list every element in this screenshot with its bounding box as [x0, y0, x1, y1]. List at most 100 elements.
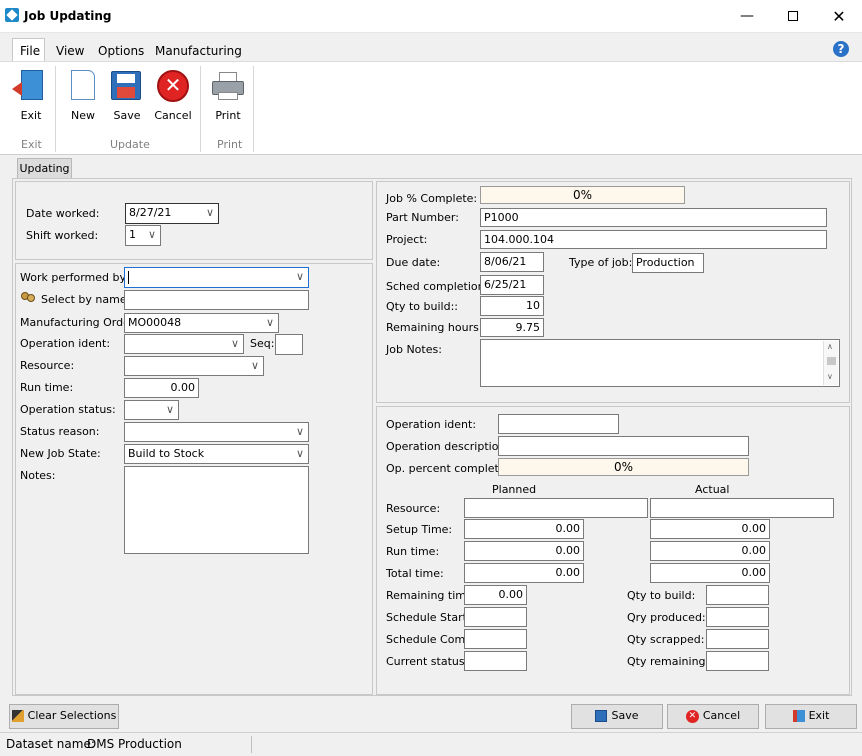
total-actual-field[interactable]: 0.00 [650, 563, 770, 583]
dataset-label: Dataset name: [6, 737, 95, 751]
status-divider [251, 736, 252, 753]
ribbon-divider [200, 66, 201, 152]
resource-planned-field[interactable] [464, 498, 648, 518]
run-planned-field[interactable]: 0.00 [464, 541, 584, 561]
ribbon-divider [55, 66, 56, 152]
job-notes-scrollbar[interactable]: ∧ ∨ [823, 341, 838, 385]
text-cursor [128, 271, 129, 284]
op-pct-label: Op. percent complete: [386, 462, 510, 475]
project-field[interactable]: 104.000.104 [480, 230, 827, 249]
date-worked-label: Date worked: [26, 207, 100, 220]
dataset-value: DMS Production [87, 737, 182, 751]
op-ident-label: Operation ident: [20, 337, 111, 350]
total-planned-field[interactable]: 0.00 [464, 563, 584, 583]
seq-label: Seq: [250, 337, 275, 350]
people-icon [21, 292, 37, 304]
sched-completion-field[interactable]: 6/25/21 [480, 275, 544, 295]
scroll-thumb[interactable] [827, 357, 836, 365]
seq-field[interactable] [275, 334, 303, 355]
project-label: Project: [386, 233, 428, 246]
shift-worked-select[interactable]: 1 [125, 225, 161, 246]
op-desc-field[interactable] [498, 436, 749, 456]
resource-actual-field[interactable] [650, 498, 834, 518]
new-job-state-select[interactable]: Build to Stock [124, 444, 309, 464]
exit-button[interactable]: Exit [10, 68, 52, 124]
work-performed-select[interactable] [124, 267, 309, 288]
notes-field[interactable] [124, 466, 309, 554]
qty-to-build-field[interactable]: 10 [480, 296, 544, 316]
exit-icon [792, 710, 805, 722]
remaining-time-label: Remaining time: [386, 589, 477, 602]
menu-manufacturing[interactable]: Manufacturing [155, 44, 242, 58]
resource-label: Resource: [20, 359, 75, 372]
title-bar: Job Updating — ✕ [0, 0, 862, 33]
qty-build-field[interactable] [706, 585, 769, 605]
group-exit-label: Exit [21, 138, 42, 151]
resource-select[interactable] [124, 356, 264, 376]
work-performed-label: Work performed by: [20, 271, 129, 284]
qty-produced-field[interactable] [706, 607, 769, 627]
current-status-field[interactable] [464, 651, 527, 671]
close-icon[interactable]: ✕ [816, 0, 862, 33]
cancel-button[interactable]: ✕ Cancel [152, 68, 194, 124]
op-status-select[interactable] [124, 400, 179, 420]
notes-label: Notes: [20, 469, 56, 482]
qty-build-label: Qty to build: [627, 589, 696, 602]
part-number-field[interactable]: P1000 [480, 208, 827, 227]
sched-comp-field[interactable] [464, 629, 527, 649]
job-pct-label: Job % Complete: [386, 192, 478, 205]
exit-label: Exit [20, 109, 42, 122]
remaining-time-field[interactable]: 0.00 [464, 585, 527, 605]
new-button[interactable]: New [62, 68, 104, 124]
mo-select[interactable]: MO00048 [124, 313, 279, 333]
job-notes-field[interactable] [480, 339, 840, 387]
exit-door-icon [21, 70, 43, 100]
minimize-icon[interactable]: — [724, 0, 770, 33]
setup-actual-field[interactable]: 0.00 [650, 519, 770, 539]
op-ident-right-field[interactable] [498, 414, 619, 434]
status-reason-select[interactable] [124, 422, 309, 442]
due-date-label: Due date: [386, 256, 441, 269]
type-of-job-label: Type of job: [569, 256, 633, 269]
part-number-label: Part Number: [386, 211, 459, 224]
op-desc-label: Operation description: [386, 440, 510, 453]
status-reason-label: Status reason: [20, 425, 100, 438]
qty-produced-label: Qry produced: [627, 611, 706, 624]
sched-start-field[interactable] [464, 607, 527, 627]
setup-time-label: Setup Time: [386, 523, 453, 536]
type-of-job-field[interactable]: Production [632, 253, 704, 273]
run-time-field[interactable]: 0.00 [124, 378, 199, 398]
clear-selections-label: Clear Selections [27, 709, 117, 722]
qty-remaining-label: Qty remaining: [627, 655, 710, 668]
job-pct-progress: 0% [480, 186, 685, 204]
qty-remaining-field[interactable] [706, 651, 769, 671]
menu-file[interactable]: File [20, 44, 40, 58]
resource-right-label: Resource: [386, 502, 441, 515]
scroll-down-icon[interactable]: ∨ [827, 372, 833, 381]
menu-view[interactable]: View [56, 44, 84, 58]
footer-exit-button[interactable]: Exit [765, 704, 857, 729]
cancel-icon: ✕ [157, 70, 189, 102]
run-actual-field[interactable]: 0.00 [650, 541, 770, 561]
footer-save-button[interactable]: Save [571, 704, 663, 729]
help-icon[interactable]: ? [833, 41, 849, 57]
menu-options[interactable]: Options [98, 44, 144, 58]
qty-scrapped-field[interactable] [706, 629, 769, 649]
save-label: Save [113, 109, 141, 122]
due-date-field[interactable]: 8/06/21 [480, 252, 544, 272]
print-button[interactable]: Print [207, 68, 249, 124]
sched-start-label: Schedule Start: [386, 611, 471, 624]
date-worked-field[interactable]: 8/27/21 [125, 203, 219, 224]
clear-selections-button[interactable]: Clear Selections [9, 704, 119, 729]
remaining-hours-field[interactable]: 9.75 [480, 318, 544, 337]
scroll-up-icon[interactable]: ∧ [827, 342, 833, 351]
tab-updating[interactable]: Updating [17, 158, 72, 178]
footer-cancel-button[interactable]: ✕ Cancel [667, 704, 759, 729]
op-ident-select[interactable] [124, 334, 244, 354]
cancel-circle-icon: ✕ [685, 709, 699, 723]
save-button[interactable]: Save [106, 68, 148, 124]
maximize-icon[interactable] [770, 0, 816, 33]
setup-planned-field[interactable]: 0.00 [464, 519, 584, 539]
select-by-name-field[interactable] [124, 290, 309, 310]
ribbon: Exit Exit New Save ✕ Cancel Update Print… [0, 61, 862, 155]
